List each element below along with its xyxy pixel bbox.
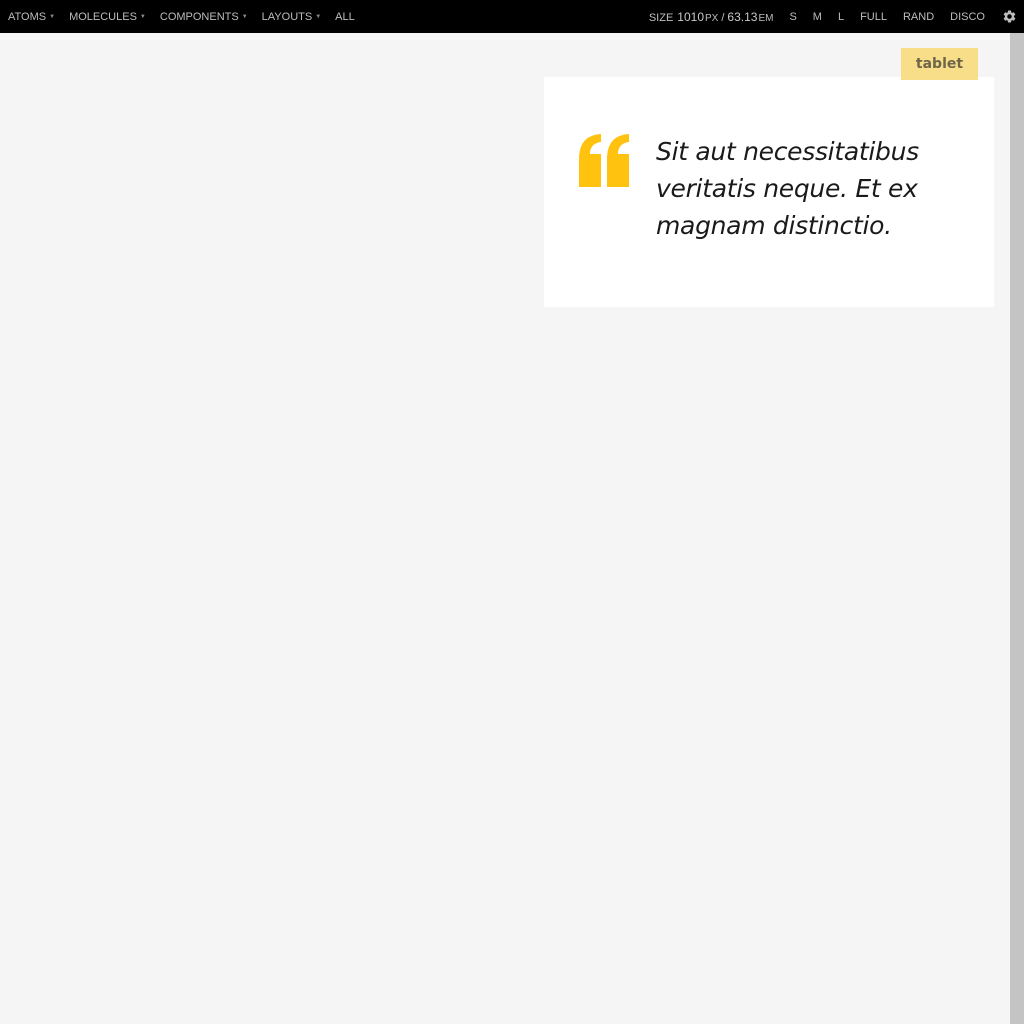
size-px-unit: PX xyxy=(705,12,719,24)
size-em-unit: EM xyxy=(758,12,774,24)
size-em-input[interactable]: 63.13 xyxy=(727,10,757,24)
nav-item-label: MOLECULES xyxy=(69,10,137,23)
nav-item-label: COMPONENTS xyxy=(159,10,239,23)
viewport-size-readout: SIZE 1010 PX / 63.13 EM xyxy=(649,10,774,24)
pattern-lab-toolbar: ATOMS ▼ MOLECULES ▼ COMPONENTS ▼ LAYOUTS… xyxy=(0,0,1024,33)
pullquote-card: Sit aut necessitatibus veritatis neque. … xyxy=(544,77,994,307)
size-random-button[interactable]: RAND xyxy=(903,11,934,23)
pullquote-text: Sit aut necessitatibus veritatis neque. … xyxy=(656,137,919,240)
pattern-nav: ATOMS ▼ MOLECULES ▼ COMPONENTS ▼ LAYOUTS… xyxy=(8,0,369,33)
size-label: SIZE xyxy=(648,11,674,24)
nav-item-label: ALL xyxy=(335,10,355,23)
nav-item-label: ATOMS xyxy=(8,10,47,23)
nav-item-all[interactable]: ALL xyxy=(335,11,355,23)
gear-icon[interactable] xyxy=(1001,9,1017,25)
size-large-button[interactable]: L xyxy=(838,11,844,23)
nav-item-layouts[interactable]: LAYOUTS ▼ xyxy=(262,11,321,23)
chevron-down-icon: ▼ xyxy=(241,13,248,20)
size-disco-button[interactable]: DISCO xyxy=(950,11,985,23)
breakpoint-badge: tablet xyxy=(901,48,978,80)
size-separator: / xyxy=(721,11,725,24)
size-medium-button[interactable]: M xyxy=(813,11,822,23)
nav-item-components[interactable]: COMPONENTS ▼ xyxy=(160,11,248,23)
viewport-resize-handle[interactable] xyxy=(1010,33,1024,1024)
chevron-down-icon: ▼ xyxy=(139,13,146,20)
nav-item-molecules[interactable]: MOLECULES ▼ xyxy=(69,11,146,23)
nav-item-label: LAYOUTS xyxy=(261,10,313,23)
quotation-mark-icon xyxy=(576,133,632,187)
chevron-down-icon: ▼ xyxy=(315,13,322,20)
breakpoint-label: tablet xyxy=(915,56,964,72)
size-px-input[interactable]: 1010 xyxy=(677,10,704,24)
chevron-down-icon: ▼ xyxy=(49,13,56,20)
viewport-controls: SIZE 1010 PX / 63.13 EM S M L FULL RAND … xyxy=(649,0,1024,33)
nav-item-atoms[interactable]: ATOMS ▼ xyxy=(8,11,55,23)
size-full-button[interactable]: FULL xyxy=(860,11,887,23)
size-small-button[interactable]: S xyxy=(789,11,796,23)
